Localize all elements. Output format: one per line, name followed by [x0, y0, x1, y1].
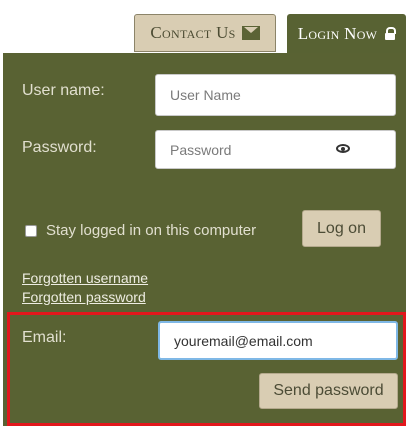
email-label: Email: [22, 329, 67, 346]
email-input[interactable] [158, 321, 398, 360]
stay-logged-label: Stay logged in on this computer [46, 222, 257, 239]
eye-icon[interactable] [336, 144, 350, 153]
login-now-tab[interactable]: Login Now [287, 14, 406, 54]
username-label: User name: [22, 82, 105, 99]
login-now-label: Login Now [297, 24, 378, 43]
contact-us-label: Contact Us [150, 23, 236, 42]
password-input[interactable] [155, 130, 396, 169]
username-input[interactable] [155, 74, 396, 116]
stay-logged-checkbox[interactable] [25, 225, 37, 237]
envelope-icon [241, 26, 260, 40]
send-password-button[interactable]: Send password [259, 373, 398, 409]
contact-us-tab[interactable]: Contact Us [134, 14, 276, 52]
forgot-username-link[interactable]: Forgotten username [22, 270, 148, 286]
log-on-button[interactable]: Log on [302, 210, 381, 247]
password-label: Password: [22, 139, 97, 156]
lock-icon [385, 27, 397, 40]
forgot-password-link[interactable]: Forgotten password [22, 289, 146, 305]
